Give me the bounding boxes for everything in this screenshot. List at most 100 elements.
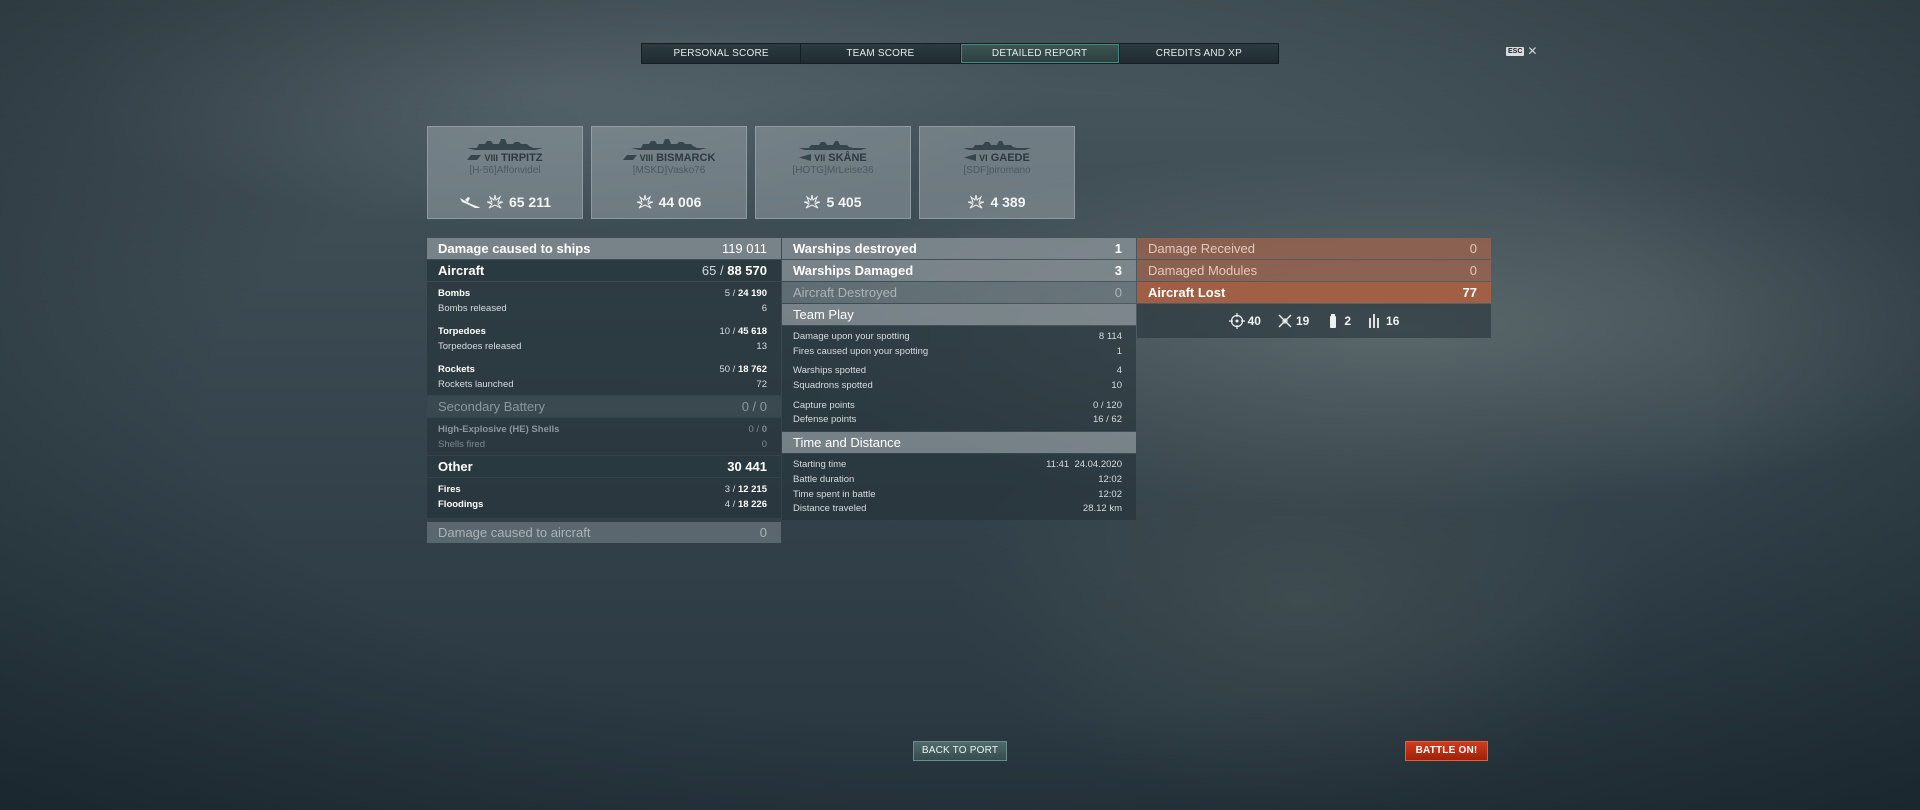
- esc-close-button[interactable]: ESC ✕: [1506, 44, 1538, 58]
- report-tabs: PERSONAL SCORE TEAM SCORE DETAILED REPOR…: [641, 43, 1279, 64]
- cruiser-icon: [799, 154, 812, 161]
- stat-row: Torpedoes 10 / 45 618: [438, 326, 767, 337]
- team-play-details: Damage upon your spotting 8 114 Fires cau…: [782, 326, 1136, 432]
- ship-damage-value: 4 389: [990, 194, 1026, 210]
- stat-row: Torpedoes released 13: [438, 341, 767, 352]
- plane-damage-icon: [459, 197, 480, 208]
- warships-damaged-header: Warships Damaged 3: [782, 260, 1136, 281]
- damage-icon: [486, 195, 503, 209]
- ship-tier: VII: [814, 153, 826, 163]
- canister-icon: [1330, 314, 1337, 328]
- secondary-details: High-Explosive (HE) Shells 0 / 0 Shells f…: [427, 418, 781, 455]
- time-distance-details: Starting time 11:41 24.04.2020 Battle dur…: [782, 454, 1136, 520]
- player-name: [MSKD]Vasko76: [632, 165, 706, 176]
- stat-row: Distance traveled 28.12 km: [793, 503, 1122, 515]
- ship-name: VII SKÅNE: [756, 152, 910, 164]
- card-stats: 4 389: [920, 194, 1074, 210]
- lost-item: 40: [1228, 313, 1261, 329]
- stat-row: Rockets launched 72: [438, 379, 767, 390]
- damage-icon: [968, 195, 985, 209]
- stat-row: Bombs released 6: [438, 303, 767, 314]
- tab-detailed-report[interactable]: DETAILED REPORT: [960, 44, 1120, 63]
- ship-name-text: SKÅNE: [828, 152, 867, 164]
- card-stats: 65 211: [428, 194, 582, 210]
- ship-name-text: GAEDE: [990, 152, 1030, 164]
- aircraft-destroyed-header: Aircraft Destroyed 0: [782, 282, 1136, 303]
- stat-row: Starting time 11:41 24.04.2020: [793, 459, 1122, 471]
- stat-row: Fires caused upon your spotting 1: [793, 345, 1122, 357]
- ship-card: VI GAEDE [SDF]piromano 4 389: [919, 126, 1075, 219]
- damaged-modules-header: Damaged Modules 0: [1137, 260, 1491, 281]
- warships-destroyed-header: Warships destroyed 1: [782, 238, 1136, 259]
- tab-credits-xp[interactable]: CREDITS AND XP: [1119, 44, 1278, 63]
- damage-icon: [636, 195, 653, 209]
- stat-row: Battle duration 12:02: [793, 473, 1122, 485]
- time-distance-header: Time and Distance: [782, 432, 1136, 454]
- stat-row: High-Explosive (HE) Shells 0 / 0: [438, 424, 767, 435]
- ship-cards: VIII TIRPITZ [H-56]Affonvidel 65 211 VIII…: [427, 126, 1075, 219]
- damage-icon: [804, 195, 821, 209]
- ship-name-text: TIRPITZ: [500, 152, 543, 164]
- aircraft-header: Aircraft 65 / 88 570: [427, 260, 781, 281]
- ship-tier: VI: [979, 153, 988, 163]
- player-name: [HOTG]MrLeise36: [792, 165, 874, 176]
- ship-tier: VIII: [484, 153, 498, 163]
- ship-damage-value: 44 006: [658, 194, 702, 210]
- ship-card: VIII TIRPITZ [H-56]Affonvidel 65 211: [427, 126, 583, 219]
- stat-row: Rockets 50 / 18 762: [438, 364, 767, 375]
- damage-aircraft-header: Damage caused to aircraft 0: [427, 522, 781, 543]
- player-name: [H-56]Affonvidel: [469, 165, 541, 176]
- ship-card: VIII BISMARCK [MSKD]Vasko76 44 006: [591, 126, 747, 219]
- close-icon: ✕: [1527, 44, 1538, 58]
- ship-silhouette-icon: [963, 141, 1031, 150]
- player-name: [SDF]piromano: [963, 165, 1031, 176]
- card-stats: 5 405: [756, 194, 910, 210]
- damage-received-header: Damage Received 0: [1137, 238, 1491, 259]
- damage-ships-header: Damage caused to ships 119 011: [427, 238, 781, 259]
- stat-row: Squadrons spotted 10: [793, 380, 1122, 392]
- esc-key-icon: ESC: [1506, 46, 1525, 56]
- stat-row: Time spent in battle 12:02: [793, 488, 1122, 500]
- stat-row: Shells fired 0: [438, 439, 767, 450]
- battleship-icon: [467, 155, 482, 160]
- ship-name: VI GAEDE: [920, 152, 1074, 164]
- ship-card: VII SKÅNE [HOTG]MrLeise36 5 405: [755, 126, 911, 219]
- ship-silhouette-icon: [799, 141, 867, 150]
- back-to-port-button[interactable]: BACK TO PORT: [913, 741, 1007, 761]
- combat-column: Warships destroyed 1 Warships Damaged 3 …: [782, 238, 1136, 521]
- lost-item: 2: [1325, 313, 1351, 329]
- ship-name: VIII TIRPITZ: [428, 152, 582, 164]
- battle-on-button[interactable]: BATTLE ON!: [1405, 741, 1488, 761]
- stat-row: Defense points 16 / 62: [793, 414, 1122, 426]
- ship-name: VIII BISMARCK: [592, 152, 746, 164]
- stat-row: Bombs 5 / 24 190: [438, 288, 767, 299]
- lost-item: 16: [1367, 313, 1399, 329]
- stat-row: Floodings 4 / 18 226: [438, 499, 767, 510]
- aircraft-lost-breakdown: 40 19 2 16: [1137, 304, 1491, 338]
- aircraft-details: Bombs 5 / 24 190 Bombs released 6 Torpedoe…: [427, 282, 781, 395]
- tab-team-score[interactable]: TEAM SCORE: [801, 44, 961, 63]
- tab-personal-score[interactable]: PERSONAL SCORE: [642, 44, 802, 63]
- ship-tier: VIII: [639, 153, 654, 163]
- other-details: Fires 3 / 12 215 Floodings 4 / 18 226: [427, 478, 781, 518]
- cruiser-icon: [964, 154, 977, 161]
- secondary-battery-header: Secondary Battery 0 / 0: [427, 396, 781, 417]
- stat-row: Damage upon your spotting 8 114: [793, 331, 1122, 342]
- other-header: Other 30 441: [427, 456, 781, 477]
- flak-icon: [1369, 314, 1379, 328]
- ship-damage-value: 5 405: [826, 194, 862, 210]
- ship-silhouette-icon: [467, 139, 543, 150]
- ship-silhouette-icon: [631, 139, 707, 150]
- crosshair-icon: [1228, 313, 1245, 329]
- ship-name-text: BISMARCK: [656, 152, 716, 164]
- team-play-header: Team Play: [782, 304, 1136, 325]
- card-stats: 44 006: [592, 194, 746, 210]
- stat-row: Warships spotted 4: [793, 365, 1122, 377]
- battleship-icon: [622, 155, 637, 160]
- damage-column: Damage caused to ships 119 011 Aircraft …: [427, 238, 781, 544]
- aircraft-lost-header: Aircraft Lost 77: [1137, 282, 1491, 303]
- lost-item: 19: [1277, 313, 1309, 329]
- stat-row: Fires 3 / 12 215: [438, 484, 767, 495]
- ship-damage-value: 65 211: [508, 194, 552, 210]
- received-column: Damage Received 0 Damaged Modules 0 Airc…: [1137, 238, 1491, 338]
